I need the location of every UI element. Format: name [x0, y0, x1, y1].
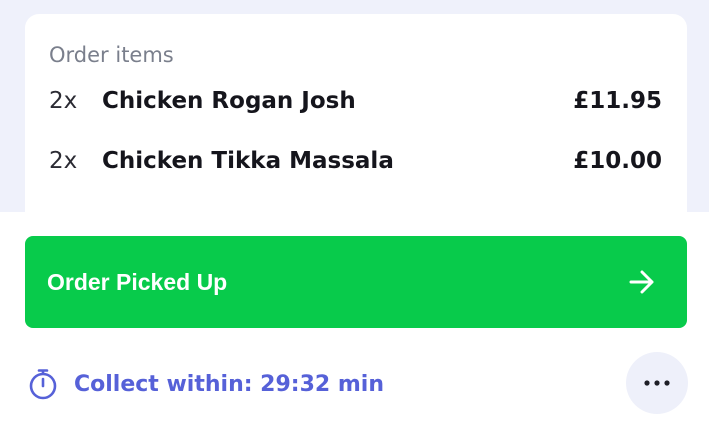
order-item-row: 2x Chicken Tikka Massala £10.00 [49, 146, 662, 176]
timer-icon [29, 369, 57, 400]
order-picked-up-label: Order Picked Up [47, 269, 228, 295]
order-items-heading: Order items [49, 43, 174, 67]
collect-timer: Collect within: 29:32 min [28, 366, 384, 402]
collect-within-text: Collect within: 29:32 min [74, 371, 384, 397]
order-picked-up-button[interactable]: Order Picked Up [25, 236, 687, 328]
more-options-button[interactable] [626, 352, 688, 414]
item-quantity: 2x [49, 148, 78, 174]
item-price: £10.00 [573, 148, 662, 174]
arrow-right-icon [629, 270, 654, 294]
item-price: £11.95 [573, 88, 662, 114]
item-name: Chicken Rogan Josh [102, 88, 356, 114]
action-sheet: Order Picked Up Collect within: 29:32 mi… [0, 212, 709, 431]
more-horizontal-icon [644, 380, 670, 386]
order-item-row: 2x Chicken Rogan Josh £11.95 [49, 86, 662, 116]
order-pickup-screen: Order items 2x Chicken Rogan Josh £11.95… [0, 0, 709, 431]
item-quantity: 2x [49, 88, 78, 114]
item-name: Chicken Tikka Massala [102, 148, 394, 174]
